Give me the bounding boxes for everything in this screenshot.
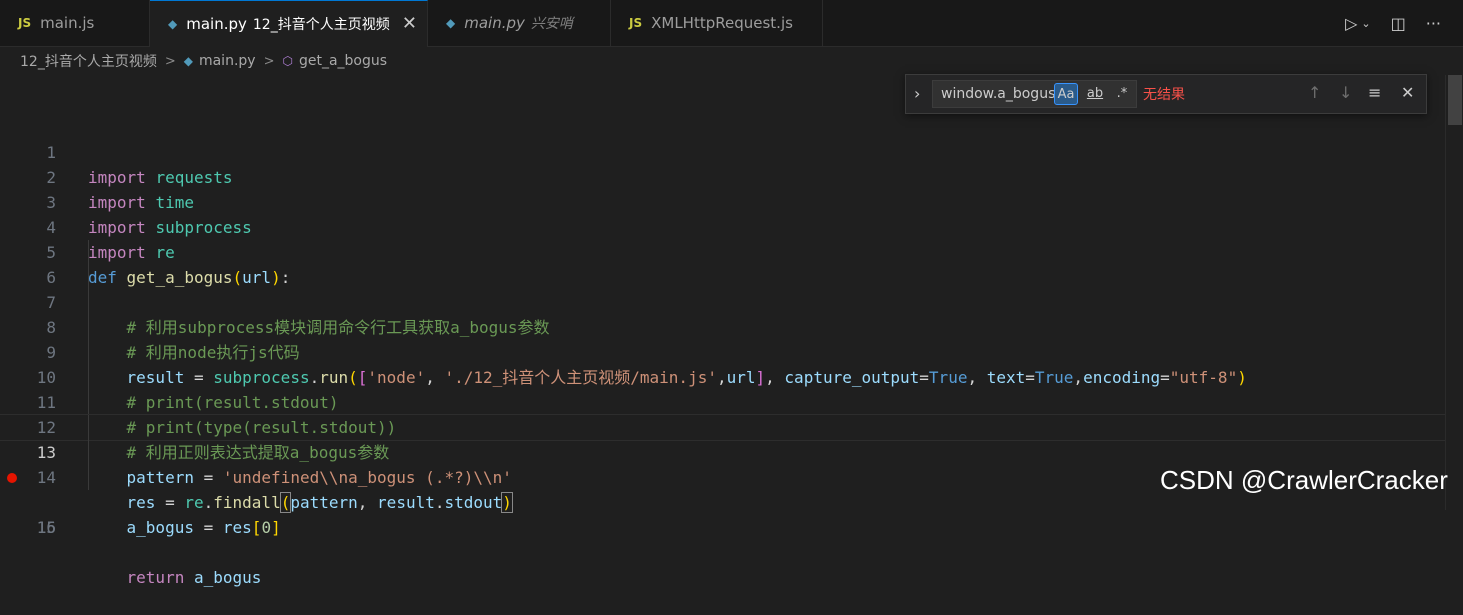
- tab-folder-hint: 12_抖音个人主页视频: [252, 17, 390, 33]
- javascript-file-icon: JS: [18, 16, 32, 30]
- scrollbar-thumb[interactable]: [1448, 75, 1462, 125]
- code-line: 1 import requests: [0, 115, 1463, 187]
- tab-main-js[interactable]: JS main.js: [0, 0, 150, 46]
- code-line: 14 a_bogus = res[0]: [0, 440, 1463, 537]
- indent-guide: [88, 365, 89, 390]
- code-line: 9 # print(result.stdout): [0, 315, 1463, 412]
- code-editor[interactable]: 1 import requests 2 import time 3 import…: [0, 115, 1463, 587]
- indent-guide: [88, 315, 89, 340]
- code-text: a_bogus = res[0]: [126, 518, 281, 537]
- split-editor-icon[interactable]: ◫: [1391, 14, 1406, 33]
- arrow-down-icon[interactable]: ↓: [1339, 83, 1352, 102]
- code-line: 2 import time: [0, 140, 1463, 212]
- watermark: CSDN @CrawlerCracker: [1160, 465, 1448, 495]
- code-line: 6 # 利用subprocess模块调用命令行工具获取a_bogus参数: [0, 240, 1463, 337]
- indent-guide: [88, 440, 89, 465]
- breakpoint-icon[interactable]: [7, 473, 17, 483]
- more-actions-icon[interactable]: ···: [1426, 14, 1441, 33]
- breadcrumb-folder[interactable]: 12_抖音个人主页视频: [20, 51, 157, 71]
- tab-xmlhttprequest-js[interactable]: JS XMLHttpRequest.js: [611, 0, 823, 46]
- find-widget: › window.a_bogus Aa ab .* 无结果 ↑ ↓ ≡ ✕: [905, 74, 1427, 114]
- indent-guide: [88, 340, 89, 365]
- code-line: 12 pattern = 'undefined\\na_bogus (.*?)\…: [0, 390, 1463, 487]
- chevron-right-icon: >: [263, 53, 275, 69]
- code-line-current: 13 res = re.findall(pattern, result.stdo…: [0, 414, 1463, 513]
- find-status: 无结果: [1143, 87, 1185, 103]
- code-line: 5 def get_a_bogus(url):: [0, 215, 1463, 287]
- code-line: 8 result = subprocess.run(['node', './12…: [0, 290, 1463, 387]
- tab-main-py-preview[interactable]: ◆ main.py 兴安哨: [428, 0, 611, 46]
- tab-label: XMLHttpRequest.js: [651, 14, 793, 32]
- indent-guide: [88, 465, 89, 490]
- code-text: return a_bogus: [126, 568, 262, 587]
- indent-guide: [88, 265, 89, 290]
- code-line: 10 # print(type(result.stdout)): [0, 340, 1463, 437]
- regex-toggle[interactable]: .*: [1110, 83, 1134, 105]
- python-file-icon: ◆: [183, 54, 193, 68]
- indent-guide: [88, 390, 89, 415]
- close-icon[interactable]: ✕: [402, 13, 417, 34]
- code-line: 11 # 利用正则表达式提取a_bogus参数: [0, 365, 1463, 462]
- chevron-right-icon: >: [164, 53, 176, 69]
- python-file-icon: ◆: [446, 16, 456, 30]
- breadcrumb: 12_抖音个人主页视频 > ◆ main.py > ⬡ get_a_bogus: [0, 47, 1463, 75]
- javascript-file-icon: JS: [629, 16, 643, 30]
- run-icon[interactable]: ▷: [1345, 14, 1357, 33]
- match-case-toggle[interactable]: Aa: [1054, 83, 1078, 105]
- python-file-icon: ◆: [168, 17, 178, 31]
- method-icon: ⬡: [282, 54, 293, 68]
- editor-tab-bar: JS main.js ◆ main.py 12_抖音个人主页视频 ✕ ◆ mai…: [0, 0, 1463, 47]
- tab-label: main.js: [40, 14, 95, 32]
- indent-guide: [88, 290, 89, 315]
- whole-word-toggle[interactable]: ab: [1083, 83, 1107, 105]
- tab-main-py-active[interactable]: ◆ main.py 12_抖音个人主页视频 ✕: [150, 0, 428, 47]
- chevron-down-icon[interactable]: ⌄: [1361, 17, 1370, 30]
- tab-label: main.py: [186, 15, 247, 33]
- breadcrumb-symbol[interactable]: get_a_bogus: [299, 53, 387, 69]
- arrow-up-icon[interactable]: ↑: [1308, 83, 1321, 102]
- indent-guide: [88, 240, 89, 265]
- toggle-replace-chevron-icon[interactable]: ›: [914, 84, 920, 103]
- find-in-selection-icon[interactable]: ≡: [1368, 83, 1381, 102]
- breadcrumb-file[interactable]: main.py: [199, 53, 256, 69]
- close-icon[interactable]: ✕: [1401, 83, 1414, 102]
- code-line: 3 import subprocess: [0, 165, 1463, 237]
- tab-folder-hint: 兴安哨: [530, 16, 573, 32]
- vertical-scrollbar[interactable]: [1445, 75, 1463, 510]
- code-line: 7 # 利用node执行js代码: [0, 265, 1463, 362]
- indent-guide: [88, 415, 89, 440]
- line-number: 16: [36, 518, 56, 537]
- tab-label: main.py: [464, 14, 525, 32]
- code-line: 4 import re: [0, 190, 1463, 262]
- editor-actions: ▷ ⌄ ◫ ···: [1345, 0, 1463, 46]
